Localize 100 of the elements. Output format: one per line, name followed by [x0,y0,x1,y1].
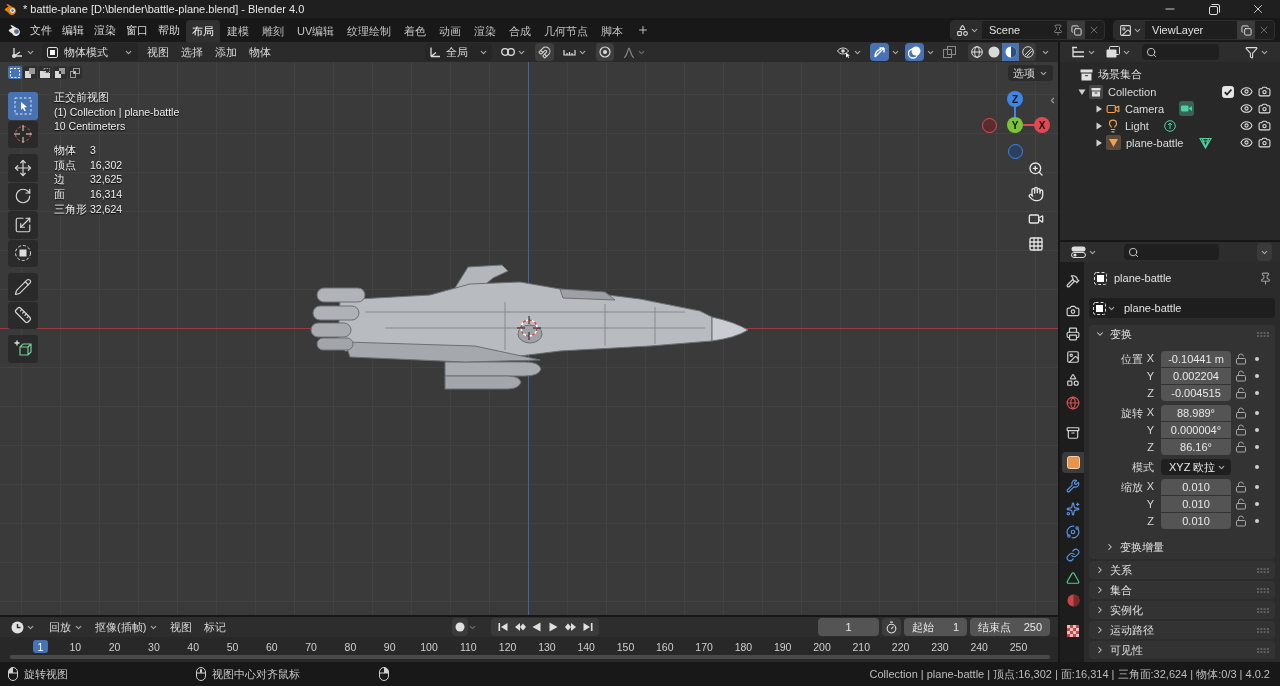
menu-item[interactable]: 渲染 [89,20,121,40]
camera-icon[interactable] [1257,102,1271,115]
app-menu-logo-icon[interactable] [8,24,22,36]
axis-button[interactable]: Z [1007,91,1023,107]
panel-header[interactable]: 集合 [1089,581,1275,599]
auto-keying-button[interactable] [452,618,468,636]
drag-handle-icon[interactable] [1257,567,1269,573]
mode-dropdown[interactable]: XYZ 欧拉 [1161,459,1231,475]
preview-range-button[interactable] [882,618,901,636]
number-field[interactable]: -0.004515 [1161,385,1231,401]
skip-forward-icon[interactable] [582,622,593,632]
outliner-item[interactable]: Camera [1125,102,1165,115]
menu-item[interactable]: 视图 [165,618,198,636]
shading-mode-button[interactable] [1002,43,1019,61]
unlocked-lock-icon[interactable] [1235,407,1247,419]
menu-item[interactable]: 物体 [244,43,276,61]
number-field[interactable]: 86.16° [1161,439,1231,455]
xray-toggle[interactable] [940,43,959,61]
keyframe-dot-icon[interactable] [1255,445,1259,449]
subpanel-header[interactable]: 变换增量 [1105,537,1164,557]
tool-button[interactable] [8,154,38,182]
outliner-item[interactable]: 场景集合 [1098,67,1142,82]
selection-mode-button[interactable] [38,66,52,79]
play-reverse-icon[interactable] [532,622,541,632]
overlay-toggle[interactable] [905,43,924,61]
selection-mode-button[interactable] [53,66,67,79]
workspace-tab[interactable]: 雕刻 [256,20,290,42]
drag-handle-icon[interactable] [1257,587,1269,593]
start-frame-field[interactable]: 起始 1 [904,618,967,636]
number-field[interactable]: 0.010 [1161,496,1231,512]
camera-icon[interactable] [1257,119,1271,132]
search-field[interactable] [1124,244,1219,260]
checkbox[interactable] [1222,85,1234,98]
tool-button[interactable] [8,335,38,363]
scrollbar[interactable] [10,655,1050,659]
drag-handle-icon[interactable] [1257,627,1269,633]
negative-axis-icon[interactable] [1007,143,1023,159]
grid-icon[interactable] [1028,236,1044,252]
workspace-tab[interactable]: 纹理绘制 [341,20,398,42]
panel-header[interactable]: 运动路径 [1089,621,1275,639]
selection-mode-button[interactable] [8,66,22,79]
panel-header[interactable]: 变换 [1089,325,1275,343]
properties-tab[interactable] [1062,452,1084,473]
unlocked-lock-icon[interactable] [1235,387,1247,399]
object-name-field[interactable]: plane-battle [1089,298,1275,318]
eye-icon[interactable] [1239,85,1253,98]
workspace-tab[interactable]: 建模 [221,20,255,42]
keyframe-dot-icon[interactable] [1255,519,1259,523]
keyframe-dot-icon[interactable] [1255,411,1259,415]
tool-button[interactable] [8,301,38,329]
drag-handle-icon[interactable] [1257,331,1269,337]
unlocked-lock-icon[interactable] [1235,481,1247,493]
panel-header[interactable]: 关系 [1089,561,1275,579]
workspace-tab[interactable]: 几何节点 [538,20,595,42]
diamond-arrow-right-icon[interactable] [564,622,577,632]
shading-mode-button[interactable] [1019,43,1036,61]
eye-icon[interactable] [1239,102,1253,115]
tool-button[interactable] [8,273,38,301]
workspace-tab[interactable]: UV编辑 [291,20,341,42]
menu-item[interactable]: 标记 [199,618,232,636]
unlocked-lock-icon[interactable] [1235,424,1247,436]
eye-icon[interactable] [1239,119,1253,132]
options-dropdown[interactable]: 选项 [1008,65,1053,81]
playhead-marker[interactable]: 1 [33,640,48,653]
workspace-tab[interactable]: 合成 [503,20,538,42]
snap-toggle[interactable] [535,43,554,61]
keyframe-dot-icon[interactable] [1255,502,1259,506]
unlocked-lock-icon[interactable] [1235,370,1247,382]
keyframe-dot-icon[interactable] [1255,428,1259,432]
add-icon[interactable] [637,24,650,36]
video-camera-icon[interactable] [1028,211,1044,227]
panel-header[interactable]: 可见性 [1089,641,1275,659]
zoom-icon[interactable] [1028,161,1044,177]
tool-button[interactable] [8,211,38,239]
workspace-tab[interactable]: 脚本 [595,20,630,42]
keyframe-dot-icon[interactable] [1255,357,1259,361]
number-field[interactable]: 0.010 [1161,479,1231,495]
tool-button[interactable] [8,92,38,120]
number-field[interactable]: 0.010 [1161,513,1231,529]
expand-arrow-icon[interactable] [1095,121,1103,130]
camera-icon[interactable] [1257,136,1271,149]
menu-item[interactable]: 编辑 [57,20,89,40]
selection-mode-button[interactable] [68,66,82,79]
current-frame-field[interactable]: 1 [818,618,879,636]
unlocked-lock-icon[interactable] [1235,353,1247,365]
workspace-tab[interactable]: 着色 [398,20,433,42]
unlocked-lock-icon[interactable] [1235,498,1247,510]
menu-item[interactable]: 帮助 [153,20,185,40]
camera-icon[interactable] [1257,85,1271,98]
restore-icon[interactable] [1208,3,1220,15]
menu-item[interactable]: 选择 [176,43,208,61]
number-field[interactable]: 0.000004° [1161,422,1231,438]
axis-button[interactable]: X [1034,117,1050,133]
selection-mode-button[interactable] [23,66,37,79]
end-frame-field[interactable]: 结束点 250 [970,618,1050,636]
menu-item[interactable]: 窗口 [121,20,153,40]
skip-back-icon[interactable] [497,622,508,632]
expand-arrow-icon[interactable] [1095,104,1103,113]
number-field[interactable]: 88.989° [1161,405,1231,421]
workspace-tab[interactable]: 布局 [186,20,220,42]
